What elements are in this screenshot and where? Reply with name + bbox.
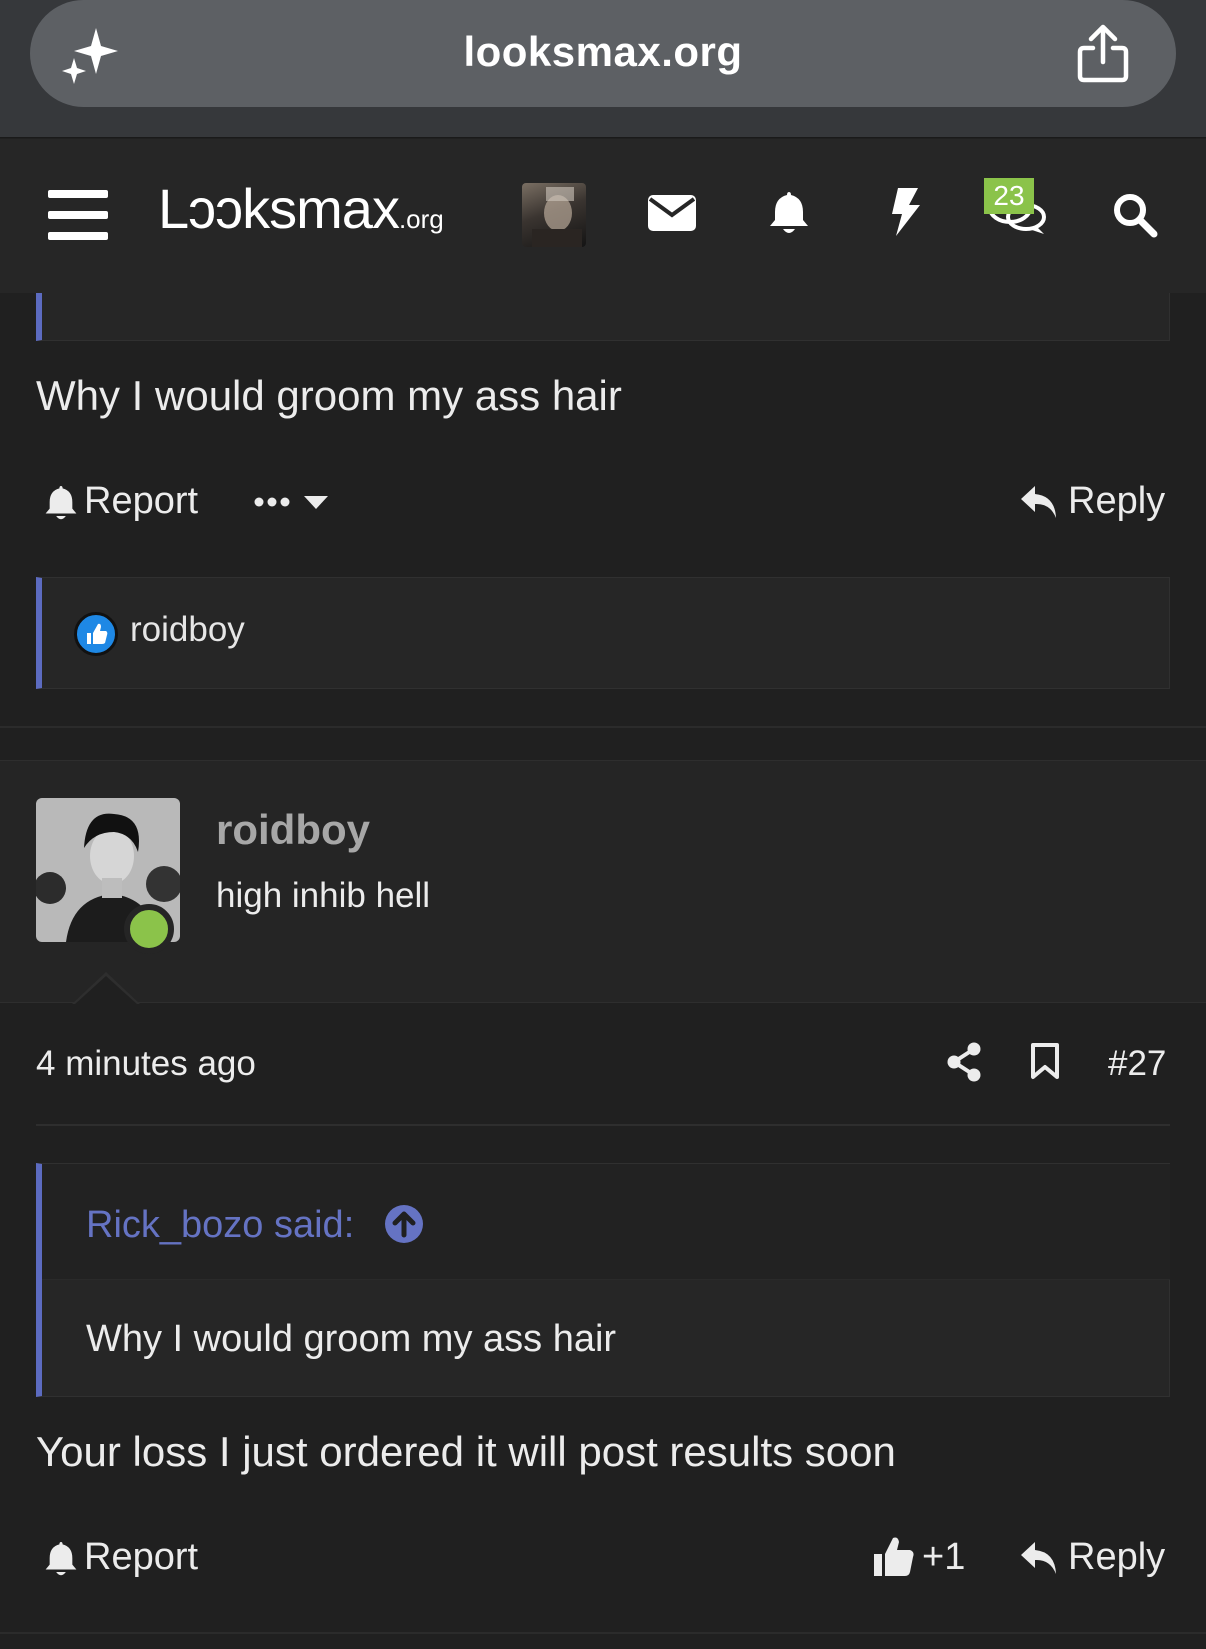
share-icon[interactable]: [1076, 24, 1130, 84]
quote-author-link[interactable]: Rick_bozo said:: [86, 1204, 354, 1247]
post-timestamp[interactable]: 4 minutes ago: [36, 1044, 256, 1084]
logo-suffix: .org: [398, 204, 444, 234]
reply-link[interactable]: Reply: [1068, 1536, 1165, 1579]
conversations-badge[interactable]: 23: [984, 178, 1034, 214]
post-author-block: [0, 760, 1206, 1003]
whats-new-icon[interactable]: [888, 188, 922, 236]
report-icon[interactable]: [44, 1540, 78, 1578]
quote-text: Why I would groom my ass hair: [86, 1318, 617, 1360]
reaction-user[interactable]: roidboy: [130, 610, 245, 650]
report-icon[interactable]: [44, 484, 78, 522]
previous-post-body: Why I would groom my ass hair: [36, 372, 622, 419]
like-icon[interactable]: [872, 1534, 916, 1578]
post-username[interactable]: roidboy: [216, 806, 370, 854]
reply-link[interactable]: Reply: [1068, 480, 1165, 523]
url-text[interactable]: looksmax.org: [30, 0, 1176, 107]
post-arrow-decoration-inner: [74, 976, 138, 1005]
like-reaction-icon: [74, 612, 118, 656]
report-link[interactable]: Report: [84, 1536, 198, 1579]
post-divider: [0, 1632, 1206, 1634]
jump-to-quote-icon[interactable]: [384, 1204, 424, 1244]
more-options-icon[interactable]: [254, 490, 332, 516]
reply-icon[interactable]: [1020, 484, 1058, 520]
search-icon[interactable]: [1112, 192, 1158, 238]
meta-divider: [36, 1124, 1170, 1126]
post-body: Your loss I just ordered it will post re…: [36, 1428, 896, 1475]
bookmark-icon[interactable]: [1030, 1042, 1060, 1080]
quote-remnant: [36, 293, 1170, 341]
reply-icon[interactable]: [1020, 1540, 1058, 1576]
report-link[interactable]: Report: [84, 480, 198, 523]
account-avatar[interactable]: [522, 183, 586, 247]
quote-header[interactable]: Rick_bozo said:: [42, 1164, 1170, 1280]
bell-icon[interactable]: [768, 190, 810, 236]
address-bar[interactable]: looksmax.org: [30, 0, 1176, 107]
sparkle-icon[interactable]: [60, 24, 122, 86]
site-logo[interactable]: Lɔɔksmax.org: [158, 176, 444, 241]
browser-address-area: looksmax.org: [0, 0, 1206, 138]
logo-main: Lɔɔksmax: [158, 177, 400, 240]
share-post-icon[interactable]: [946, 1042, 982, 1082]
mail-icon[interactable]: [648, 195, 696, 231]
post-user-title: high inhib hell: [216, 876, 431, 915]
post-divider: [0, 726, 1206, 728]
post-number-link[interactable]: #27: [1108, 1044, 1166, 1084]
post-quote: Rick_bozo said: Why I would groom my ass…: [36, 1163, 1170, 1397]
online-status-indicator: [124, 904, 174, 954]
like-count[interactable]: +1: [922, 1536, 965, 1579]
menu-icon[interactable]: [48, 190, 108, 242]
